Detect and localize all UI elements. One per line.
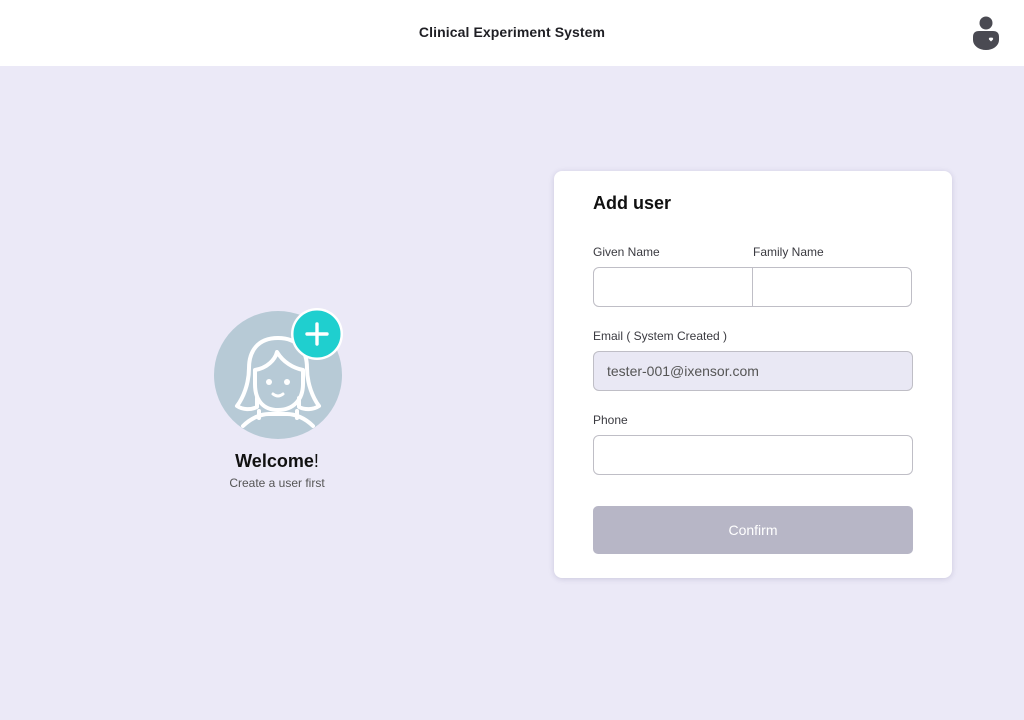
confirm-button[interactable]: Confirm bbox=[593, 506, 913, 554]
form-title: Add user bbox=[593, 193, 672, 213]
add-avatar-button[interactable] bbox=[291, 308, 343, 360]
user-account-icon[interactable] bbox=[970, 15, 1002, 51]
app-title: Clinical Experiment System bbox=[418, 24, 606, 40]
family-name-label: Family Name bbox=[753, 245, 824, 259]
phone-field[interactable] bbox=[593, 435, 913, 475]
family-name-field[interactable] bbox=[752, 267, 912, 307]
welcome-subtitle: Create a user first bbox=[229, 476, 325, 490]
welcome-greeting: Welcome bbox=[235, 451, 314, 471]
welcome-heading: Welcome! bbox=[176, 451, 378, 472]
email-label: Email ( System Created ) bbox=[593, 329, 728, 343]
add-user-form: Add user Given Name Family Name Email ( … bbox=[554, 171, 952, 578]
welcome-panel: Welcome! Create a user first bbox=[176, 308, 378, 508]
email-field[interactable] bbox=[593, 351, 913, 391]
given-name-field[interactable] bbox=[593, 267, 753, 307]
app-header: Clinical Experiment System bbox=[0, 0, 1024, 66]
given-name-label: Given Name bbox=[593, 245, 660, 259]
phone-label: Phone bbox=[593, 413, 628, 427]
welcome-exclamation: ! bbox=[313, 451, 319, 471]
